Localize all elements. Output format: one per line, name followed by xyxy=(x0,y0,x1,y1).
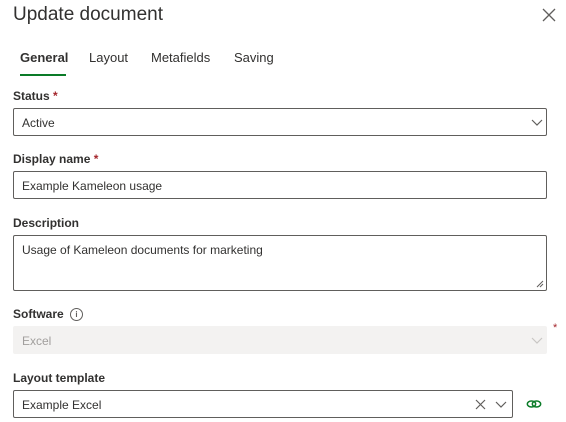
software-required-marker: * xyxy=(553,322,558,334)
layout-template-label: Layout template xyxy=(13,371,106,385)
display-name-label-text: Display name xyxy=(13,152,91,166)
tab-saving[interactable]: Saving xyxy=(234,50,274,65)
tab-general[interactable]: General xyxy=(20,50,68,65)
display-name-value: Example Kameleon usage xyxy=(22,179,163,193)
chevron-down-icon xyxy=(531,337,543,344)
active-tab-indicator xyxy=(20,74,66,76)
status-value: Active xyxy=(22,116,55,130)
info-icon[interactable]: i xyxy=(70,308,84,322)
description-value: Usage of Kameleon documents for marketin… xyxy=(22,243,263,257)
status-label-text: Status xyxy=(13,89,50,103)
description-label: Description xyxy=(13,216,80,230)
description-textarea[interactable]: Usage of Kameleon documents for marketin… xyxy=(13,235,547,291)
layout-template-combobox[interactable]: Example Excel xyxy=(13,390,513,418)
resize-handle-icon[interactable] xyxy=(536,280,544,288)
chevron-down-icon xyxy=(531,119,543,126)
dialog-title: Update document xyxy=(13,4,163,25)
tab-layout[interactable]: Layout xyxy=(89,50,128,65)
software-label: Software i xyxy=(13,307,84,322)
tab-metafields[interactable]: Metafields xyxy=(151,50,210,65)
software-dropdown: Excel xyxy=(13,326,547,354)
required-marker: * xyxy=(53,89,58,103)
clear-icon[interactable] xyxy=(475,399,486,410)
display-name-input[interactable]: Example Kameleon usage xyxy=(13,171,547,199)
chevron-down-icon[interactable] xyxy=(495,401,507,409)
layout-template-value: Example Excel xyxy=(22,398,102,412)
display-name-label: Display name * xyxy=(13,152,98,166)
close-icon[interactable] xyxy=(542,8,556,22)
link-icon[interactable] xyxy=(526,397,542,411)
software-label-text: Software xyxy=(13,307,64,321)
status-label: Status * xyxy=(13,89,58,103)
software-value: Excel xyxy=(22,334,52,348)
required-marker: * xyxy=(93,152,99,166)
status-dropdown[interactable]: Active xyxy=(13,108,547,136)
